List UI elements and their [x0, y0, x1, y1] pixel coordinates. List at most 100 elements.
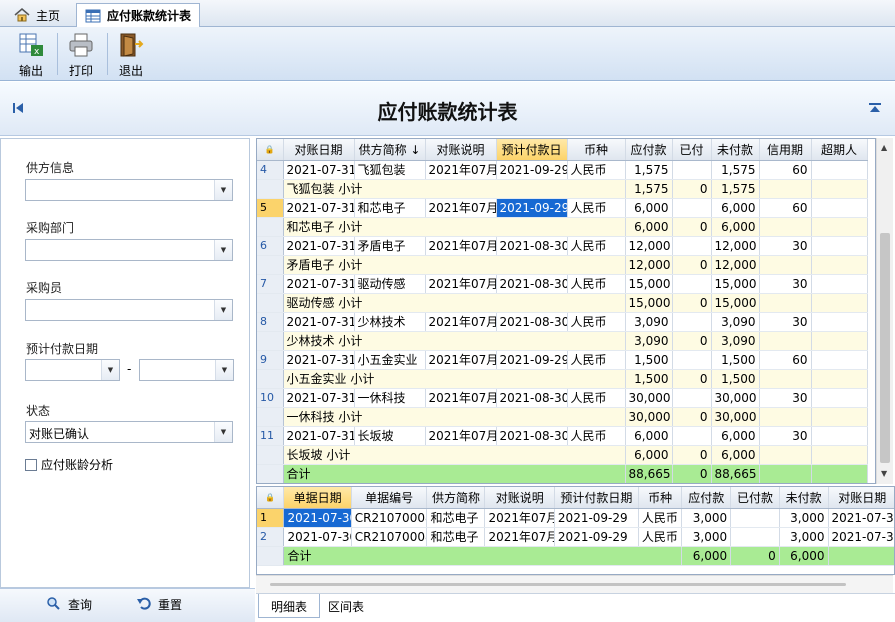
- scroll-thumb[interactable]: [880, 233, 890, 463]
- table-row[interactable]: 1 2021-07-30 CR21070008 和芯电子 2021年07月 2021-09…: [257, 508, 894, 528]
- scroll-up-icon[interactable]: ▲: [881, 143, 887, 152]
- status-value: 对账已确认: [29, 427, 90, 441]
- table-row[interactable]: 11 2021-07-31 长坂坡 2021年07月 2021-08-30 人民币 6,00…: [257, 426, 868, 446]
- table-cell: [811, 255, 868, 275]
- table-cell: [730, 508, 780, 528]
- column-header[interactable]: 已付: [672, 139, 712, 161]
- chevron-down-icon[interactable]: ▼: [214, 180, 232, 200]
- status-select[interactable]: 对账已确认 ▼: [25, 421, 233, 443]
- table-cell: 2021-08-30: [496, 274, 568, 294]
- table-row[interactable]: 8 2021-07-31 少林技术 2021年07月 2021-08-30 人民币 3,09…: [257, 312, 868, 332]
- chevron-down-icon[interactable]: ▼: [214, 422, 232, 442]
- column-header[interactable]: 对账日期: [283, 139, 355, 161]
- subtotal-row[interactable]: 和芯电子 小计 6,000 0 6,000: [257, 217, 868, 237]
- column-header[interactable]: 应付款: [625, 139, 673, 161]
- printer-icon: [68, 32, 94, 58]
- table-cell: 人民币: [567, 198, 626, 218]
- subtotal-row[interactable]: 少林技术 小计 3,090 0 3,090: [257, 331, 868, 351]
- column-header[interactable]: 币种: [567, 139, 626, 161]
- tab-range[interactable]: 区间表: [316, 594, 376, 618]
- aging-checkbox[interactable]: [25, 458, 37, 471]
- table-cell: 2021-07-31: [828, 527, 894, 547]
- buyer-select[interactable]: ▼: [25, 299, 233, 321]
- chevron-down-icon[interactable]: ▼: [101, 360, 119, 380]
- subtotal-row[interactable]: 小五金实业 小计 1,500 0 1,500: [257, 369, 868, 389]
- dept-select[interactable]: ▼: [25, 239, 233, 261]
- column-header[interactable]: 币种: [638, 487, 683, 509]
- table-row[interactable]: 10 2021-07-31 一休科技 2021年07月 2021-08-30 人民币 30,…: [257, 388, 868, 408]
- row-number: [257, 445, 284, 465]
- collapse-top-icon[interactable]: [868, 102, 882, 117]
- subtotal-label: 一休科技 小计: [283, 407, 626, 427]
- column-header[interactable]: 信用期: [759, 139, 812, 161]
- table-cell: 3,000: [779, 527, 829, 547]
- column-header[interactable]: 未付款: [779, 487, 829, 509]
- scroll-down-icon[interactable]: ▼: [881, 469, 887, 478]
- aging-checkbox-row[interactable]: 应付账龄分析: [25, 456, 113, 473]
- horizontal-scrollbar[interactable]: [256, 575, 893, 593]
- exit-button[interactable]: 退出: [110, 30, 152, 78]
- table-row[interactable]: 7 2021-07-31 驱动传感 2021年07月 2021-08-30 人民币 15,0…: [257, 274, 868, 294]
- table-cell: 6,000: [625, 426, 673, 446]
- supplier-select[interactable]: ▼: [25, 179, 233, 201]
- h-scroll-thumb[interactable]: [270, 583, 846, 586]
- table-row[interactable]: 5 2021-07-31 和芯电子 2021年07月 2021-09-29 人民币 6,00…: [257, 198, 868, 218]
- table-cell: 2021-09-29: [496, 160, 568, 180]
- table-cell: 和芯电子: [426, 527, 486, 547]
- vertical-scrollbar[interactable]: ▲ ▼: [876, 138, 893, 484]
- reset-button[interactable]: 重置: [136, 596, 182, 613]
- table-cell: 2021-07-31: [283, 236, 355, 256]
- table-cell: 3,090: [625, 331, 673, 351]
- table-row[interactable]: 2 2021-07-30 CR21070008 和芯电子 2021年07月 2021-09…: [257, 527, 894, 547]
- table-cell: [759, 464, 812, 483]
- column-header[interactable]: 对账说明: [484, 487, 555, 509]
- table-cell: CR21070008: [351, 527, 428, 547]
- column-header[interactable]: 超期人: [811, 139, 868, 161]
- table-cell: 人民币: [567, 160, 626, 180]
- table-cell: 6,000: [681, 546, 732, 566]
- row-number: [257, 546, 285, 566]
- query-button[interactable]: 查询: [46, 596, 92, 613]
- chevron-down-icon[interactable]: ▼: [215, 360, 233, 380]
- table-cell: 3,090: [711, 312, 760, 332]
- tab-ap-report[interactable]: 应付账款统计表: [76, 3, 200, 27]
- chevron-down-icon[interactable]: ▼: [214, 300, 232, 320]
- table-cell: 6,000: [711, 198, 760, 218]
- export-button[interactable]: x 输出: [10, 30, 52, 78]
- column-header[interactable]: 对账说明: [425, 139, 497, 161]
- subtotal-row[interactable]: 矛盾电子 小计 12,000 0 12,000: [257, 255, 868, 275]
- table-cell: [759, 217, 812, 237]
- subtotal-row[interactable]: 长坂坡 小计 6,000 0 6,000: [257, 445, 868, 465]
- chevron-down-icon[interactable]: ▼: [214, 240, 232, 260]
- table-cell: 和芯电子: [426, 508, 486, 528]
- total-row[interactable]: 合计 88,665 0 88,665: [257, 464, 868, 483]
- total-row[interactable]: 合计 6,000 0 6,000: [257, 546, 894, 566]
- supplier-label: 供方信息: [26, 161, 75, 175]
- subtotal-row[interactable]: 一休科技 小计 30,000 0 30,000: [257, 407, 868, 427]
- table-cell: 1,575: [711, 160, 760, 180]
- table-cell: [811, 179, 868, 199]
- pay-date-to[interactable]: ▼: [139, 359, 234, 381]
- table-row[interactable]: 4 2021-07-31 飞狐包装 2021年07月 2021-09-29 人民币 1,57…: [257, 160, 868, 180]
- tab-detail[interactable]: 明细表: [258, 594, 321, 618]
- tab-ap-label: 应付账款统计表: [107, 9, 192, 23]
- column-header[interactable]: 供方简称: [426, 487, 486, 509]
- column-header[interactable]: 单据日期: [283, 487, 352, 509]
- print-button[interactable]: 打印: [60, 30, 102, 78]
- column-header[interactable]: 预计付款日期: [554, 487, 639, 509]
- column-header[interactable]: 未付款: [711, 139, 760, 161]
- table-cell: [811, 236, 868, 256]
- subtotal-row[interactable]: 驱动传感 小计 15,000 0 15,000: [257, 293, 868, 313]
- tab-home[interactable]: 主页: [6, 3, 70, 27]
- column-header[interactable]: 预计付款日: [496, 139, 568, 161]
- column-header[interactable]: 单据编号: [351, 487, 428, 509]
- column-header[interactable]: 供方简称 ↓: [354, 139, 426, 161]
- bottom-tabs: 明细表 区间表: [256, 593, 895, 622]
- column-header[interactable]: 应付款: [681, 487, 732, 509]
- table-row[interactable]: 9 2021-07-31 小五金实业 2021年07月 2021-09-29 人民币 1,5…: [257, 350, 868, 370]
- pay-date-from[interactable]: ▼: [25, 359, 120, 381]
- column-header[interactable]: 对账日期: [828, 487, 894, 509]
- column-header[interactable]: 已付款: [730, 487, 780, 509]
- table-row[interactable]: 6 2021-07-31 矛盾电子 2021年07月 2021-08-30 人民币 12,0…: [257, 236, 868, 256]
- subtotal-row[interactable]: 飞狐包装 小计 1,575 0 1,575: [257, 179, 868, 199]
